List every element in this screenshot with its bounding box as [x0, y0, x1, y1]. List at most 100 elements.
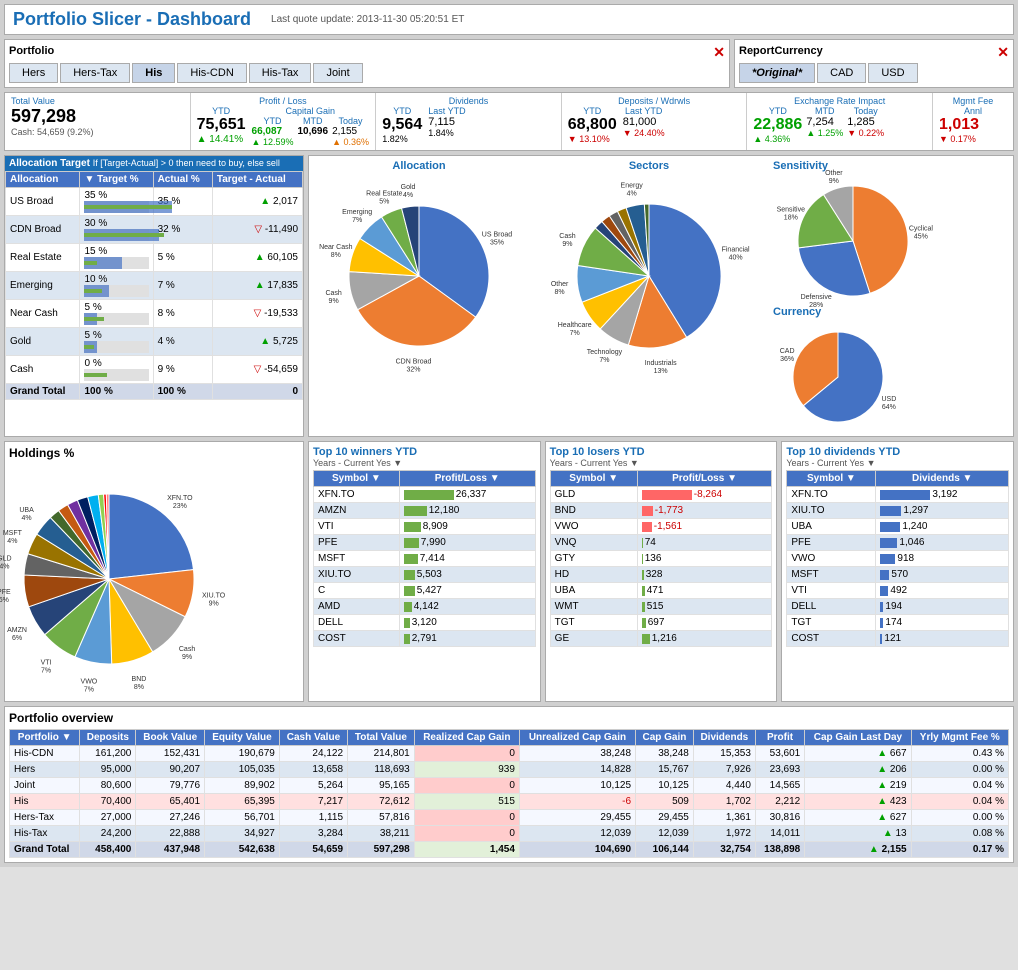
div-value: 492: [876, 583, 1009, 599]
ov-equity: 89,902: [205, 778, 280, 794]
tab-his-tax[interactable]: His-Tax: [249, 63, 312, 83]
currency-close-icon[interactable]: ✕: [997, 44, 1009, 61]
list-item: VTI 8,909: [314, 519, 536, 535]
list-item: C 5,427: [314, 583, 536, 599]
dep-last-ytd: 81,000: [623, 116, 665, 128]
alloc-row-target: 35 %: [80, 188, 153, 216]
list-item: AMD 4,142: [314, 599, 536, 615]
ov-capgain: 106,144: [636, 842, 694, 858]
currency-tab-original[interactable]: *Original*: [739, 63, 815, 83]
ov-deposits: 80,600: [80, 778, 136, 794]
ov-dividends: 1,702: [693, 794, 755, 810]
tab-his[interactable]: His: [132, 63, 175, 83]
winners-table: Symbol ▼ Profit/Loss ▼ XFN.TO 26,337 AMZ…: [313, 470, 536, 647]
ov-unrealized: 12,039: [519, 826, 635, 842]
stat-total-value: Total Value 597,298 Cash: 54,659 (9.2%): [5, 93, 191, 150]
allocation-panel: Allocation Target If [Target-Actual] > 0…: [4, 155, 304, 437]
currency-tab-cad[interactable]: CAD: [817, 63, 866, 83]
svg-text:Cash: Cash: [179, 646, 195, 653]
exch-today: 1,285: [847, 116, 884, 128]
svg-text:8%: 8%: [331, 252, 341, 259]
ov-capgain: 509: [636, 794, 694, 810]
ov-equity: 105,035: [205, 762, 280, 778]
tab-his-cdn[interactable]: His-CDN: [177, 63, 246, 83]
list-item: UBA 471: [550, 583, 772, 599]
ov-cash: 24,122: [279, 746, 347, 762]
winner-value: 7,414: [399, 551, 535, 567]
loser-symbol: WMT: [550, 599, 637, 615]
dividends-col-div: Dividends ▼: [876, 471, 1009, 487]
ov-mgmt: 0.08 %: [911, 826, 1008, 842]
tab-joint[interactable]: Joint: [313, 63, 362, 83]
ov-unrealized: 14,828: [519, 762, 635, 778]
dividends-title: Top 10 dividends YTD: [786, 446, 1009, 458]
portfolio-close-icon[interactable]: ✕: [713, 44, 725, 61]
top10-dividends-panel: Top 10 dividends YTD Years - Current Yes…: [781, 441, 1014, 702]
svg-text:45%: 45%: [914, 233, 928, 240]
ov-col-book: Book Value: [136, 730, 205, 746]
list-item: WMT 515: [550, 599, 772, 615]
svg-text:9%: 9%: [182, 654, 192, 661]
ov-col-portfolio: Portfolio ▼: [10, 730, 80, 746]
alloc-col-actual: Actual %: [153, 172, 212, 188]
list-item: AMZN 12,180: [314, 503, 536, 519]
winners-filter-icon[interactable]: ▼: [393, 458, 402, 468]
winner-value: 5,427: [399, 583, 535, 599]
svg-text:MSFT: MSFT: [3, 530, 23, 537]
stat-exchange: Exchange Rate Impact YTD 22,886 ▲ 4.36% …: [747, 93, 933, 150]
winners-col-profit: Profit/Loss ▼: [399, 471, 535, 487]
capital-gain-col: Capital Gain YTD 66,087 ▲ 12.59% MTD 10,…: [252, 106, 369, 147]
ov-profit: 53,601: [755, 746, 804, 762]
svg-text:USD: USD: [882, 396, 897, 403]
holdings-panel: Holdings % XFN.TO23%XIU.TO9%Cash9%BND8%V…: [4, 441, 304, 702]
loser-symbol: HD: [550, 567, 637, 583]
winner-symbol: COST: [314, 631, 400, 647]
winner-value: 26,337: [399, 487, 535, 503]
ov-profit: 23,693: [755, 762, 804, 778]
loser-value: -1,773: [637, 503, 772, 519]
ov-capgain: 15,767: [636, 762, 694, 778]
svg-text:VWO: VWO: [81, 678, 98, 685]
loser-value: 74: [637, 535, 772, 551]
ov-profit: 138,898: [755, 842, 804, 858]
portfolio-tabs: Hers Hers-Tax His His-CDN His-Tax Joint: [9, 63, 725, 83]
svg-text:7%: 7%: [352, 217, 362, 224]
cap-gain-today: 2,155: [332, 126, 369, 137]
svg-text:7%: 7%: [84, 686, 94, 693]
tab-hers[interactable]: Hers: [9, 63, 58, 83]
allocation-header: Allocation Target If [Target-Actual] > 0…: [5, 156, 303, 171]
ov-book: 90,207: [136, 762, 205, 778]
ov-caplast: ▲ 219: [805, 778, 911, 794]
svg-text:Sensitive: Sensitive: [777, 207, 806, 214]
alloc-row-name: Grand Total: [6, 384, 80, 400]
losers-filter-icon[interactable]: ▼: [630, 458, 639, 468]
mgmt-annl: 1,013: [939, 116, 1007, 134]
sectors-chart-panel: Sectors Financial40%Industrials13%Techno…: [529, 156, 769, 436]
alloc-row-target: 10 %: [80, 272, 153, 300]
ov-equity: 56,701: [205, 810, 280, 826]
dividends-table: Symbol ▼ Dividends ▼ XFN.TO 3,192 XIU.TO…: [786, 470, 1009, 647]
allocation-pie: US Broad35%CDN Broad32%Cash9%Near Cash8%…: [319, 176, 519, 376]
ov-book: 152,431: [136, 746, 205, 762]
overview-table: Portfolio ▼ Deposits Book Value Equity V…: [9, 729, 1009, 858]
list-item: XFN.TO 26,337: [314, 487, 536, 503]
winner-value: 12,180: [399, 503, 535, 519]
list-item: TGT 174: [787, 615, 1009, 631]
dividends-filter-icon[interactable]: ▼: [867, 458, 876, 468]
top-row: Portfolio ✕ Hers Hers-Tax His His-CDN Hi…: [4, 39, 1014, 88]
ov-cash: 13,658: [279, 762, 347, 778]
total-value-label: Total Value: [11, 96, 184, 106]
winner-symbol: XIU.TO: [314, 567, 400, 583]
ov-total: 95,165: [348, 778, 415, 794]
ov-col-dividends: Dividends: [693, 730, 755, 746]
allocation-chart-title: Allocation: [313, 160, 525, 172]
loser-symbol: GTY: [550, 551, 637, 567]
alloc-row-name: US Broad: [6, 188, 80, 216]
alloc-row-diff: ▽ -11,490: [212, 216, 302, 244]
list-item: COST 2,791: [314, 631, 536, 647]
ov-realized: 0: [414, 826, 519, 842]
ov-portfolio: Hers: [10, 762, 80, 778]
ov-profit: 2,212: [755, 794, 804, 810]
currency-tab-usd[interactable]: USD: [868, 63, 917, 83]
tab-hers-tax[interactable]: Hers-Tax: [60, 63, 130, 83]
